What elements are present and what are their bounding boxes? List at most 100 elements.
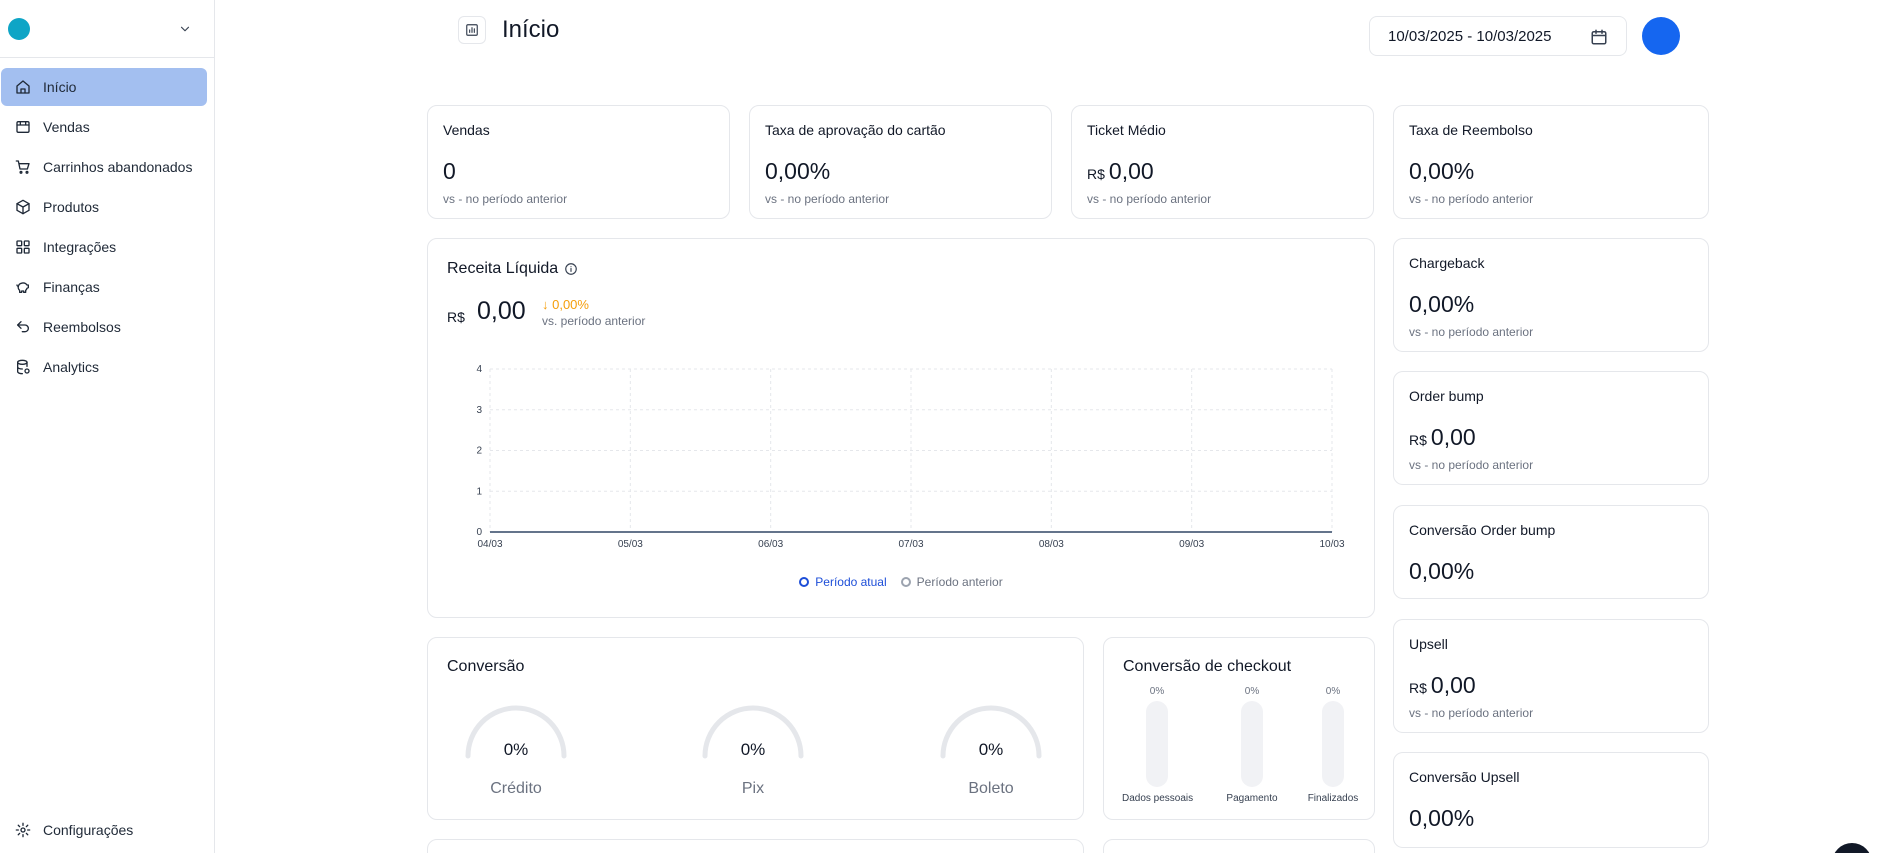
- y-tick-label: 4: [476, 364, 482, 375]
- checkout-step-finalizados: 0% Finalizados: [1298, 686, 1368, 804]
- sidebar-item-financas[interactable]: Finanças: [1, 268, 207, 306]
- brand-selector[interactable]: [0, 0, 214, 58]
- revenue-card: Receita Líquida R$ 0,00 ↓ 0,00% vs. perí…: [427, 238, 1375, 618]
- sidebar-item-label: Carrinhos abandonados: [43, 159, 193, 175]
- sidebar-item-label: Analytics: [43, 359, 100, 375]
- metric-title: Vendas: [443, 122, 490, 138]
- sidebar-nav: Início Vendas Carrinhos abandonados Prod…: [0, 58, 214, 386]
- gear-icon: [15, 822, 31, 838]
- x-tick-label: 05/03: [618, 539, 643, 550]
- sidebar-item-reembolsos[interactable]: Reembolsos: [1, 308, 207, 346]
- sidebar-item-label: Início: [43, 79, 77, 95]
- step-value: 0%: [1325, 686, 1341, 697]
- sidebar-item-carrinhos[interactable]: Carrinhos abandonados: [1, 148, 207, 186]
- sidebar-item-analytics[interactable]: Analytics: [1, 348, 207, 386]
- metric-title: Taxa de Reembolso: [1409, 122, 1533, 138]
- chart-legend: Período atual Período anterior: [428, 575, 1374, 589]
- gauge-boleto: 0% Boleto: [936, 704, 1046, 798]
- help-chat-button[interactable]: [1832, 843, 1872, 853]
- sidebar-item-configuracoes[interactable]: Configurações: [1, 811, 207, 849]
- metric-title: Conversão Order bump: [1409, 522, 1556, 538]
- checkout-title: Conversão de checkout: [1123, 658, 1292, 675]
- date-range-value: 10/03/2025 - 10/03/2025: [1388, 27, 1552, 45]
- box-icon: [16, 199, 30, 215]
- undo-icon: [17, 321, 29, 333]
- currency-label: R$: [1087, 166, 1105, 182]
- y-tick-label: 3: [476, 405, 482, 416]
- sidebar-item-vendas[interactable]: Vendas: [1, 108, 207, 146]
- metric-title: Conversão Upsell: [1409, 769, 1520, 785]
- x-tick-label: 07/03: [898, 539, 923, 550]
- conversion-title: Conversão: [447, 658, 525, 675]
- metric-card-order-bump: Order bump R$ 0,00 vs - no período anteri…: [1393, 371, 1709, 485]
- metric-value: 0,00: [1108, 158, 1154, 184]
- checkout-conversion-card: Conversão de checkout 0% Dados pessoais …: [1103, 637, 1375, 820]
- gauge-value: 0%: [740, 740, 766, 759]
- metric-value: 0,00%: [1409, 558, 1475, 584]
- metric-value-row: R$ 0,00: [1409, 672, 1476, 699]
- metric-comparison: vs - no período anterior: [1087, 192, 1212, 206]
- checkout-step-pagamento: 0% Pagamento: [1217, 686, 1287, 804]
- calendar-icon: [1591, 29, 1607, 45]
- metric-card-conversao-order-bump: Conversão Order bump 0,00%: [1393, 505, 1709, 599]
- sidebar-item-produtos[interactable]: Produtos: [1, 188, 207, 226]
- legend-label: Período anterior: [916, 575, 1003, 589]
- sidebar-item-label: Finanças: [43, 279, 100, 295]
- y-tick-label: 1: [476, 486, 482, 497]
- metric-card-chargeback: Chargeback 0,00% vs - no período anterio…: [1393, 238, 1709, 352]
- metric-comparison: vs - no período anterior: [1409, 458, 1534, 472]
- currency-label: R$: [1409, 432, 1427, 448]
- x-tick-label: 08/03: [1039, 539, 1064, 550]
- piggy-bank-icon: [16, 282, 29, 293]
- metric-card-vendas: Vendas 0 vs - no período anterior: [427, 105, 730, 219]
- home-icon: [16, 80, 30, 94]
- x-tick-label: 09/03: [1179, 539, 1204, 550]
- sidebar-item-label: Vendas: [43, 119, 90, 135]
- metric-card-upsell: Upsell R$ 0,00 vs - no período anterior: [1393, 619, 1709, 733]
- step-value: 0%: [1149, 686, 1165, 697]
- metric-title: Taxa de aprovação do cartão: [765, 122, 946, 138]
- revenue-line-chart: 0 1 2 3 4 04/03 05/03 06/03 07/03 08/03 09/03 10/03: [476, 364, 1345, 550]
- metric-value: 0,00%: [1409, 158, 1475, 184]
- metric-comparison: vs - no período anterior: [1409, 192, 1534, 206]
- checkout-step-dados-pessoais: 0% Dados pessoais: [1122, 686, 1194, 804]
- store-icon: [16, 121, 30, 133]
- metric-value: 0,00%: [765, 158, 831, 184]
- metric-card-ticket-medio: Ticket Médio R$ 0,00 vs - no período ante…: [1071, 105, 1374, 219]
- grid-icon: [16, 240, 30, 254]
- legend-label: Período atual: [815, 575, 887, 589]
- metric-comparison: vs - no período anterior: [765, 192, 890, 206]
- gauge-value: 0%: [978, 740, 1004, 759]
- chevron-down-icon[interactable]: [178, 22, 192, 36]
- step-bar: [1241, 701, 1263, 787]
- date-range-picker[interactable]: 10/03/2025 - 10/03/2025: [1369, 16, 1627, 56]
- sidebar-item-label: Configurações: [43, 822, 134, 838]
- legend-dot-icon: [799, 577, 810, 587]
- metric-card-reembolso: Taxa de Reembolso 0,00% vs - no período …: [1393, 105, 1709, 219]
- metric-value: 0,00%: [1409, 291, 1475, 317]
- gauge-label: Crédito: [490, 780, 542, 797]
- dashboard-icon-button[interactable]: [458, 16, 486, 44]
- brand-logo: [8, 17, 30, 40]
- additional-card: [427, 839, 1084, 853]
- user-avatar[interactable]: [1642, 17, 1680, 55]
- database-icon: [17, 359, 30, 375]
- legend-item-current[interactable]: Período atual: [799, 575, 887, 589]
- gauge-pix: 0% Pix: [698, 704, 808, 798]
- gauge-label: Boleto: [968, 780, 1014, 797]
- additional-card-2: [1103, 839, 1375, 853]
- x-tick-label: 04/03: [477, 539, 502, 550]
- sidebar-item-integracoes[interactable]: Integrações: [1, 228, 207, 266]
- step-label: Dados pessoais: [1122, 793, 1194, 804]
- sidebar-item-inicio[interactable]: Início: [1, 68, 207, 106]
- gauge-label: Pix: [741, 780, 765, 797]
- legend-item-previous[interactable]: Período anterior: [900, 575, 1003, 589]
- metric-value: 0,00: [1430, 672, 1476, 698]
- metric-title: Chargeback: [1409, 255, 1485, 271]
- chart-icon: [466, 24, 478, 36]
- y-tick-label: 2: [476, 446, 482, 457]
- currency-label: R$: [1409, 680, 1427, 696]
- sidebar-item-label: Reembolsos: [43, 319, 121, 335]
- step-bar: [1146, 701, 1168, 787]
- metric-comparison: vs - no período anterior: [1409, 325, 1534, 339]
